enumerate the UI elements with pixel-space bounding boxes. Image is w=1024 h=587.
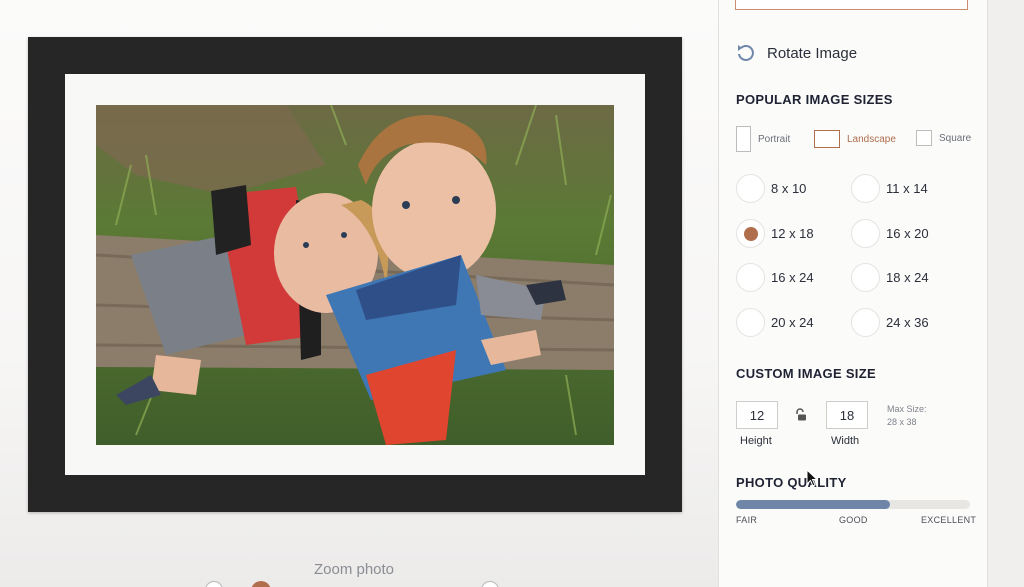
zoom-out-dot[interactable] bbox=[205, 581, 223, 587]
quality-label-good: GOOD bbox=[839, 515, 868, 525]
picture-frame bbox=[28, 37, 682, 512]
options-panel: Rotate Image POPULAR IMAGE SIZES Portrai… bbox=[718, 0, 988, 587]
size-option-16x20[interactable]: 16 x 20 bbox=[851, 219, 929, 248]
zoom-slider-knob[interactable] bbox=[251, 581, 271, 587]
popular-sizes-title: POPULAR IMAGE SIZES bbox=[736, 92, 893, 107]
mouse-cursor-icon bbox=[806, 469, 818, 487]
size-label: 11 x 14 bbox=[886, 181, 928, 196]
preview-area: Zoom photo bbox=[0, 0, 718, 587]
orientation-label: Square bbox=[939, 132, 972, 144]
size-option-12x18[interactable]: 12 x 18 bbox=[736, 219, 814, 248]
quality-bar bbox=[736, 500, 970, 509]
size-option-11x14[interactable]: 11 x 14 bbox=[851, 174, 928, 203]
size-label: 16 x 24 bbox=[771, 270, 814, 285]
photo-preview[interactable] bbox=[96, 105, 614, 445]
portrait-icon bbox=[736, 126, 751, 152]
photo-quality-title: PHOTO QUALITY bbox=[736, 475, 847, 490]
zoom-label: Zoom photo bbox=[313, 561, 395, 578]
size-option-24x36[interactable]: 24 x 36 bbox=[851, 308, 929, 337]
size-option-18x24[interactable]: 18 x 24 bbox=[851, 263, 929, 292]
height-label: Height bbox=[740, 435, 772, 447]
size-radio[interactable] bbox=[851, 263, 880, 292]
size-label: 18 x 24 bbox=[886, 270, 929, 285]
size-radio-selected[interactable] bbox=[736, 219, 765, 248]
size-option-8x10[interactable]: 8 x 10 bbox=[736, 174, 806, 203]
quality-label-fair: FAIR bbox=[736, 515, 758, 525]
size-label: 12 x 18 bbox=[771, 226, 814, 241]
quality-bar-fill bbox=[736, 500, 891, 509]
custom-size-title: CUSTOM IMAGE SIZE bbox=[736, 366, 876, 381]
width-input[interactable] bbox=[826, 401, 868, 429]
size-label: 20 x 24 bbox=[771, 315, 814, 330]
frame-mat bbox=[65, 74, 645, 475]
size-radio[interactable] bbox=[736, 174, 765, 203]
size-radio[interactable] bbox=[851, 308, 880, 337]
landscape-icon bbox=[814, 130, 840, 148]
square-icon bbox=[916, 130, 932, 146]
zoom-slider[interactable] bbox=[205, 579, 505, 587]
top-input-box[interactable] bbox=[735, 0, 968, 10]
orientation-landscape[interactable]: Landscape bbox=[814, 130, 896, 148]
size-label: 24 x 36 bbox=[886, 315, 929, 330]
orientation-label: Landscape bbox=[847, 133, 896, 145]
orientation-square[interactable]: Square bbox=[916, 130, 971, 146]
max-size-value: 28 x 38 bbox=[887, 417, 917, 427]
size-label: 16 x 20 bbox=[886, 226, 929, 241]
rotate-icon bbox=[738, 45, 754, 61]
width-label: Width bbox=[831, 435, 860, 447]
size-option-16x24[interactable]: 16 x 24 bbox=[736, 263, 814, 292]
zoom-in-dot[interactable] bbox=[481, 581, 499, 587]
rotate-image-button[interactable]: Rotate Image bbox=[735, 42, 857, 64]
size-radio[interactable] bbox=[851, 219, 880, 248]
max-size-info: Max Size: 28 x 38 bbox=[887, 403, 927, 429]
photo-image bbox=[96, 105, 614, 445]
rotate-label: Rotate Image bbox=[767, 44, 858, 62]
size-label: 8 x 10 bbox=[771, 181, 807, 196]
right-gutter bbox=[988, 0, 1024, 587]
height-input[interactable] bbox=[736, 401, 778, 429]
size-radio[interactable] bbox=[851, 174, 880, 203]
size-option-20x24[interactable]: 20 x 24 bbox=[736, 308, 814, 337]
unlock-icon[interactable] bbox=[794, 408, 808, 422]
size-radio[interactable] bbox=[736, 263, 765, 292]
max-size-label: Max Size: bbox=[887, 404, 927, 414]
orientation-label: Portrait bbox=[758, 133, 791, 145]
quality-label-excellent: EXCELLENT bbox=[921, 515, 977, 525]
size-radio[interactable] bbox=[736, 308, 765, 337]
orientation-portrait[interactable]: Portrait bbox=[736, 126, 790, 152]
